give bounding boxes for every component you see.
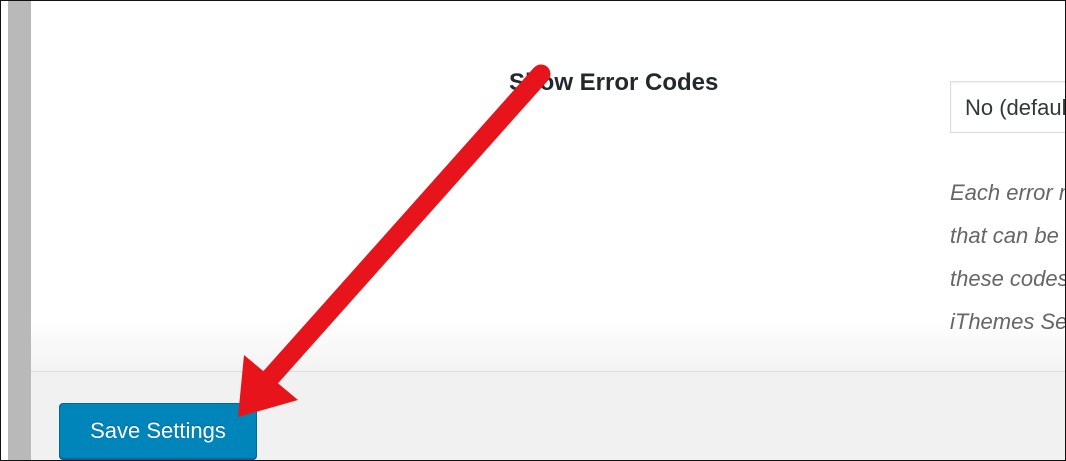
admin-sidebar-edge bbox=[8, 1, 31, 460]
select-current-value: No (default) bbox=[965, 95, 1065, 120]
description-line: iThemes Security bbox=[950, 309, 1066, 334]
show-error-codes-select[interactable]: No (default) bbox=[950, 81, 1065, 133]
screenshot-frame: Show Error Codes No (default) Each error… bbox=[0, 0, 1066, 461]
show-error-codes-label: Show Error Codes bbox=[509, 69, 719, 96]
description-line: Each error message bbox=[950, 180, 1065, 205]
panel-fade bbox=[31, 316, 1065, 371]
save-settings-button[interactable]: Save Settings bbox=[59, 403, 257, 459]
description-line: these codes bbox=[950, 266, 1066, 291]
description-line: that can be bbox=[950, 223, 1059, 248]
left-rail bbox=[1, 1, 8, 460]
setting-description: Each error message that can be these cod… bbox=[950, 171, 1066, 343]
